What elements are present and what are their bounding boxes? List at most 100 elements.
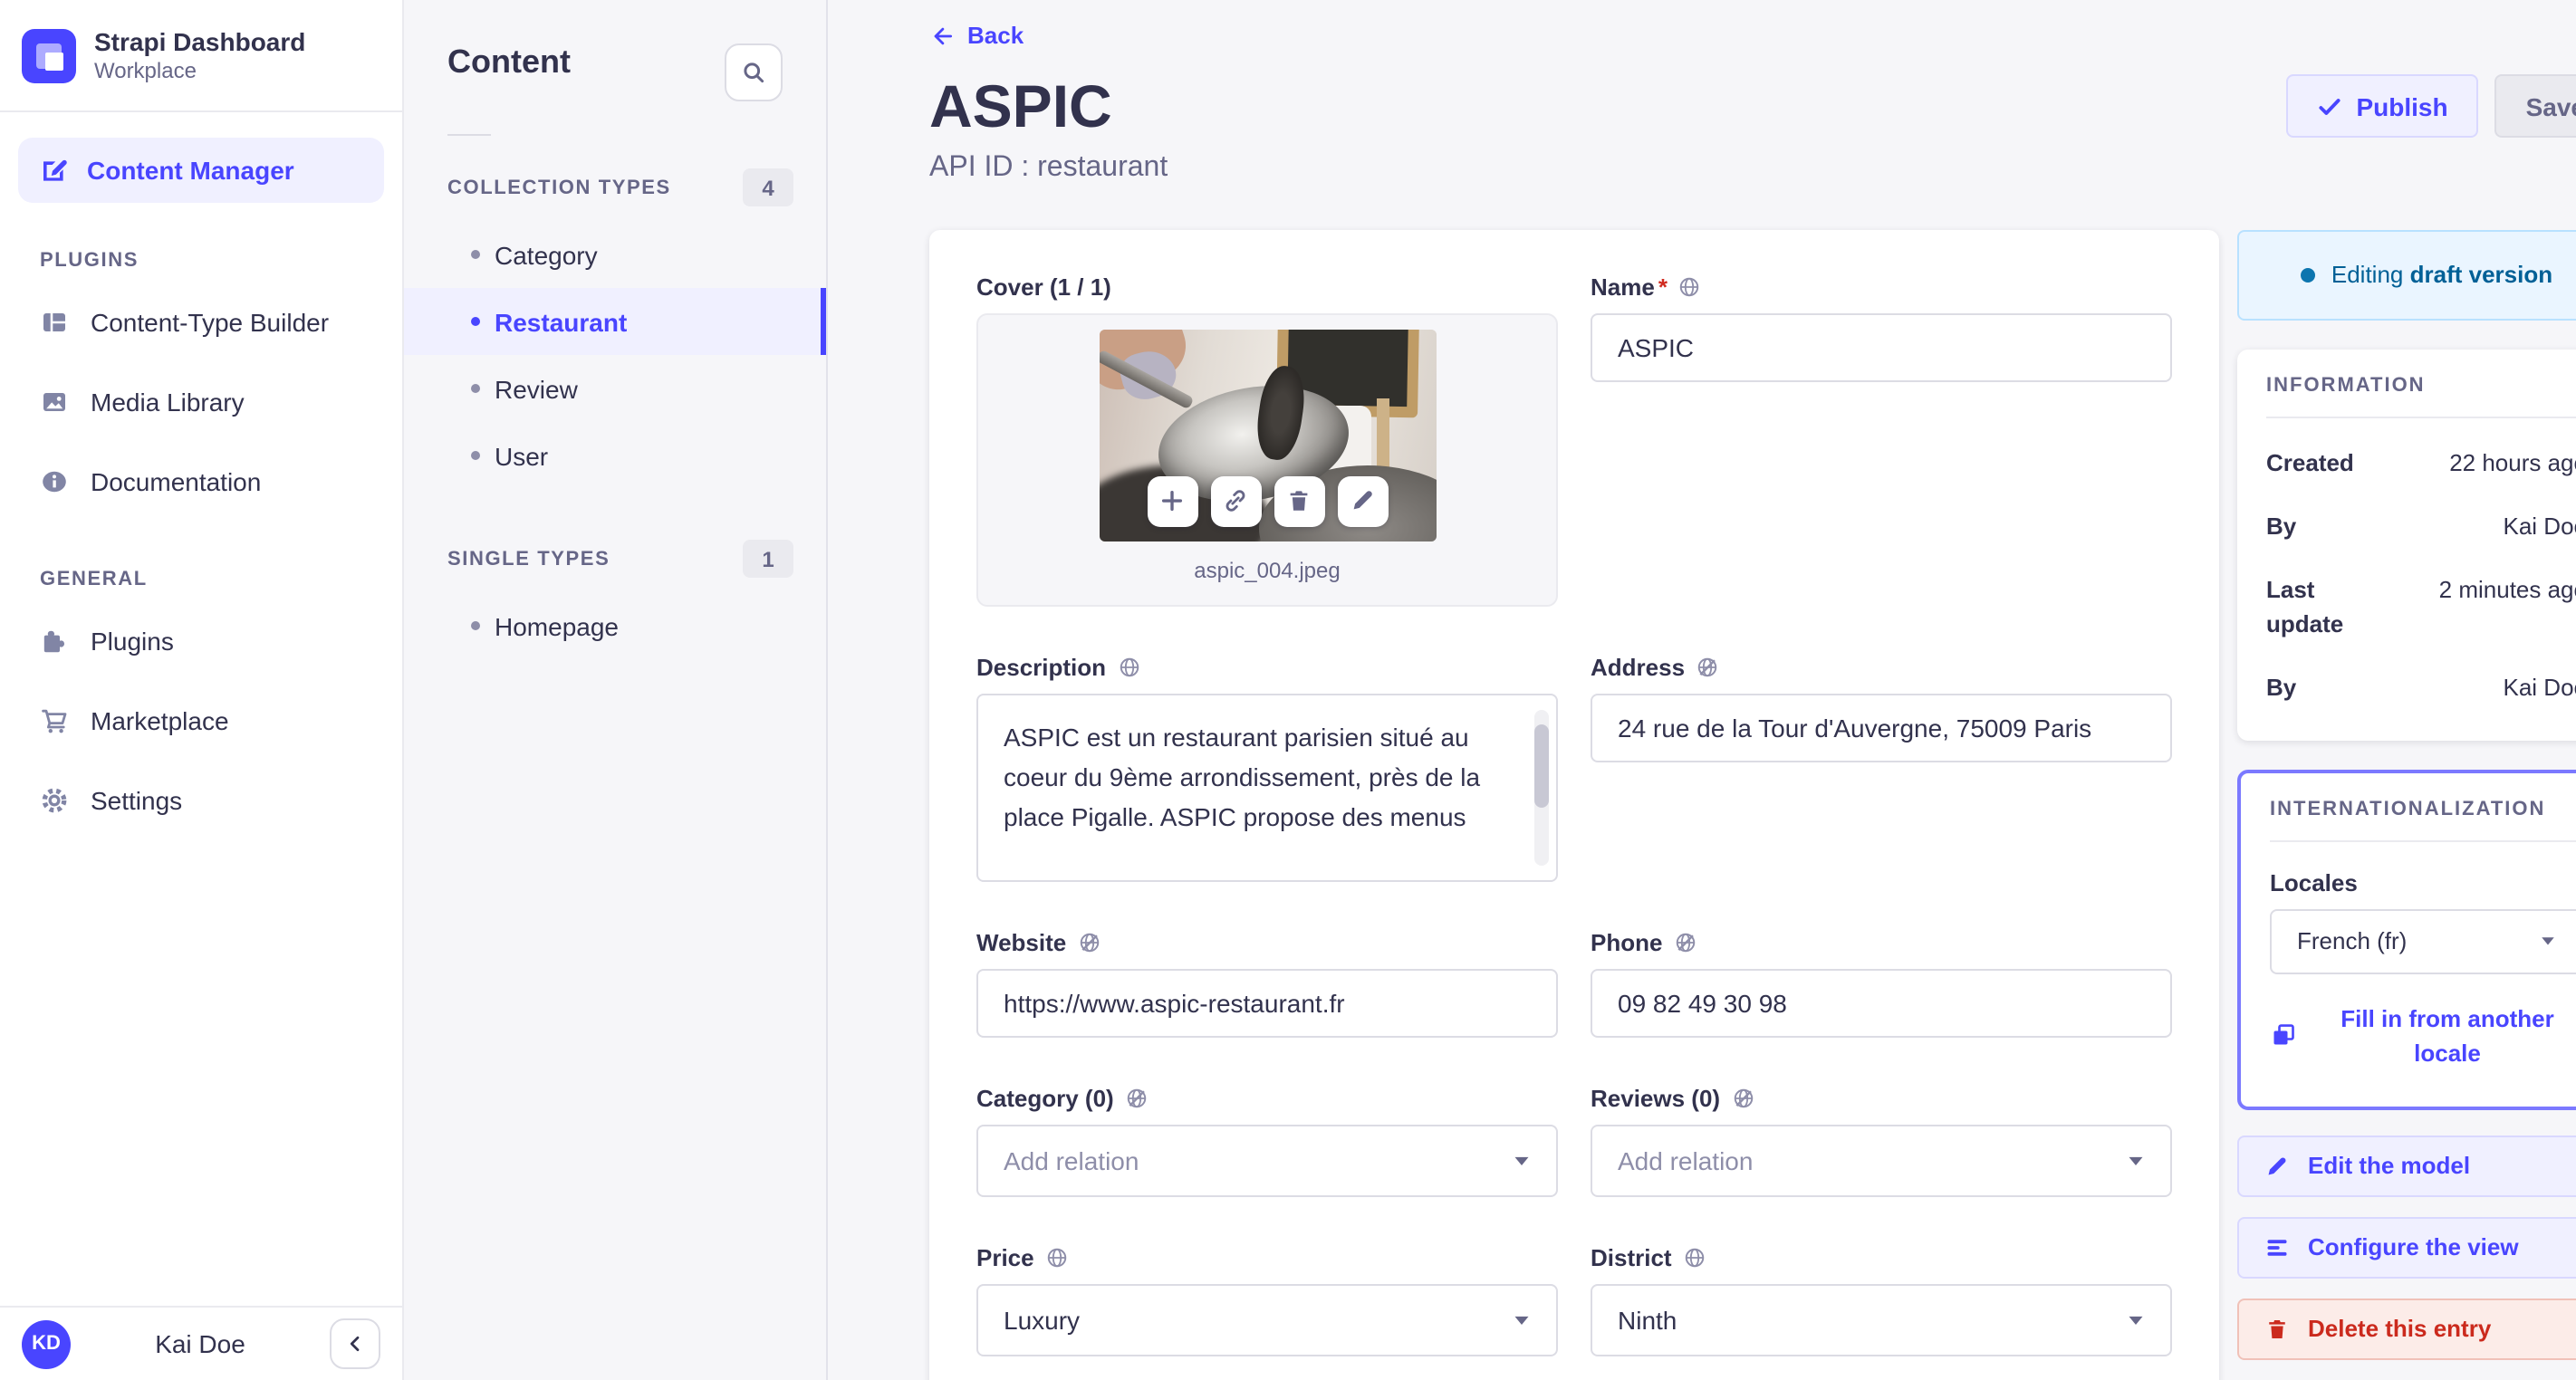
globe-slash-icon bbox=[1077, 930, 1101, 954]
locale-select[interactable]: French (fr) bbox=[2270, 908, 2576, 973]
subnav-item-label: User bbox=[495, 441, 549, 470]
layout-icon bbox=[40, 308, 69, 337]
address-input[interactable] bbox=[1591, 693, 2172, 762]
sidebar-item-settings[interactable]: Settings bbox=[0, 761, 402, 840]
subnav-item-restaurant[interactable]: Restaurant bbox=[404, 288, 826, 355]
subnav-title: Content bbox=[447, 43, 571, 80]
globe-icon bbox=[1683, 1245, 1706, 1269]
sidebar-divider bbox=[0, 110, 402, 112]
address-field: Address bbox=[1591, 653, 2172, 881]
created-row: Created 22 hours ago bbox=[2266, 448, 2576, 475]
globe-slash-icon bbox=[1125, 1086, 1149, 1109]
price-field: Price Luxury bbox=[976, 1243, 1558, 1356]
edit-media-button[interactable] bbox=[1337, 475, 1388, 526]
add-media-button[interactable] bbox=[1147, 475, 1197, 526]
strapi-logo-icon bbox=[22, 29, 76, 83]
check-icon bbox=[2316, 93, 2341, 119]
sidebar-item-documentation[interactable]: Documentation bbox=[0, 442, 402, 522]
globe-slash-icon bbox=[1731, 1086, 1754, 1109]
edit-model-button[interactable]: Edit the model bbox=[2237, 1135, 2576, 1196]
pencil-icon bbox=[2264, 1153, 2290, 1178]
bullet-icon bbox=[471, 621, 480, 630]
phone-label: Phone bbox=[1591, 928, 1663, 955]
phone-input[interactable] bbox=[1591, 968, 2172, 1037]
sidebar-item-marketplace[interactable]: Marketplace bbox=[0, 681, 402, 761]
arrow-left-icon bbox=[929, 23, 955, 48]
search-icon bbox=[741, 60, 766, 85]
gear-icon bbox=[40, 786, 69, 815]
price-select[interactable]: Luxury bbox=[976, 1283, 1558, 1356]
back-link[interactable]: Back bbox=[929, 22, 1024, 49]
subnav-item-review[interactable]: Review bbox=[404, 355, 826, 422]
search-button[interactable] bbox=[725, 43, 783, 101]
required-asterisk: * bbox=[1658, 273, 1668, 300]
sidebar-section-general: GENERAL bbox=[40, 569, 148, 590]
globe-slash-icon bbox=[1696, 655, 1719, 678]
sidebar-item-label: Content Manager bbox=[87, 156, 294, 185]
workspace-subtitle: Workplace bbox=[94, 58, 197, 83]
delete-entry-button[interactable]: Delete this entry bbox=[2237, 1298, 2576, 1359]
subnav-item-label: Homepage bbox=[495, 611, 619, 640]
category-relation-select[interactable]: Add relation bbox=[976, 1124, 1558, 1196]
configure-view-button[interactable]: Configure the view bbox=[2237, 1216, 2576, 1278]
content-subnav: Content COLLECTION TYPES 4 Category Rest… bbox=[404, 0, 828, 1380]
description-scrollbar[interactable] bbox=[1534, 724, 1549, 807]
globe-icon bbox=[1117, 655, 1140, 678]
description-label: Description bbox=[976, 653, 1107, 680]
info-icon bbox=[40, 467, 69, 496]
publish-button[interactable]: Publish bbox=[2285, 74, 2479, 138]
sidebar-item-content-manager[interactable]: Content Manager bbox=[18, 138, 384, 203]
workspace-brand: Strapi Dashboard Workplace bbox=[0, 0, 402, 110]
information-card: INFORMATION Created 22 hours ago By Kai … bbox=[2237, 349, 2576, 740]
subnav-item-label: Category bbox=[495, 240, 598, 269]
subnav-item-label: Restaurant bbox=[495, 307, 628, 336]
copy-icon bbox=[2270, 1021, 2297, 1049]
name-input[interactable] bbox=[1591, 312, 2172, 381]
divider bbox=[2266, 416, 2576, 417]
category-label: Category (0) bbox=[976, 1084, 1114, 1111]
collapse-sidebar-button[interactable] bbox=[330, 1318, 380, 1369]
subnav-item-user[interactable]: User bbox=[404, 422, 826, 489]
divider bbox=[2270, 839, 2576, 841]
sidebar-item-content-type-builder[interactable]: Content-Type Builder bbox=[0, 283, 402, 362]
category-field: Category (0) Add relation bbox=[976, 1084, 1558, 1196]
sidebar-item-plugins[interactable]: Plugins bbox=[0, 601, 402, 681]
subnav-item-category[interactable]: Category bbox=[404, 221, 826, 288]
sidebar-item-label: Plugins bbox=[91, 627, 174, 656]
bullet-icon bbox=[471, 317, 480, 326]
plus-icon bbox=[1158, 487, 1186, 514]
cover-field: Cover (1 / 1) aspic_004.jpeg bbox=[976, 273, 1558, 606]
save-button[interactable]: Save bbox=[2494, 74, 2576, 138]
district-select[interactable]: Ninth bbox=[1591, 1283, 2172, 1356]
entry-side-panel: Editing draft version INFORMATION Create… bbox=[2237, 229, 2576, 1359]
fill-from-locale-link[interactable]: Fill in from another locale bbox=[2270, 1001, 2576, 1069]
entry-form-card: Cover (1 / 1) aspic_004.jpeg Name * ASPI… bbox=[929, 229, 2219, 1380]
link-icon bbox=[1222, 487, 1249, 514]
draft-dot-icon bbox=[2300, 267, 2315, 282]
reviews-field: Reviews (0) Add relation bbox=[1591, 1084, 2172, 1196]
locales-label: Locales bbox=[2270, 868, 2358, 896]
website-label: Website bbox=[976, 928, 1067, 955]
single-types-heading: SINGLE TYPES bbox=[447, 548, 610, 570]
copy-link-button[interactable] bbox=[1210, 475, 1261, 526]
page-title: ASPIC bbox=[929, 72, 1112, 139]
api-id-subtitle: API ID : restaurant bbox=[929, 151, 1168, 182]
name-label: Name bbox=[1591, 273, 1655, 300]
delete-media-button[interactable] bbox=[1274, 475, 1324, 526]
collection-types-heading: COLLECTION TYPES bbox=[447, 177, 671, 198]
sidebar-item-label: Media Library bbox=[91, 388, 245, 417]
address-label: Address bbox=[1591, 653, 1686, 680]
bullet-icon bbox=[471, 250, 480, 259]
cover-media-widget: aspic_004.jpeg bbox=[976, 312, 1558, 606]
website-input[interactable] bbox=[976, 968, 1558, 1037]
sidebar-item-media-library[interactable]: Media Library bbox=[0, 362, 402, 442]
subnav-item-homepage[interactable]: Homepage bbox=[404, 592, 826, 659]
chevron-down-icon bbox=[2127, 1151, 2145, 1169]
created-by-row: By Kai Doe bbox=[2266, 512, 2576, 539]
reviews-relation-select[interactable]: Add relation bbox=[1591, 1124, 2172, 1196]
description-textarea[interactable]: ASPIC est un restaurant parisien situé a… bbox=[976, 693, 1558, 881]
last-update-row: Last update 2 minutes ago bbox=[2266, 575, 2576, 637]
updated-by-row: By Kai Doe bbox=[2266, 673, 2576, 700]
user-avatar: KD bbox=[22, 1319, 71, 1368]
trash-icon bbox=[1285, 487, 1312, 514]
